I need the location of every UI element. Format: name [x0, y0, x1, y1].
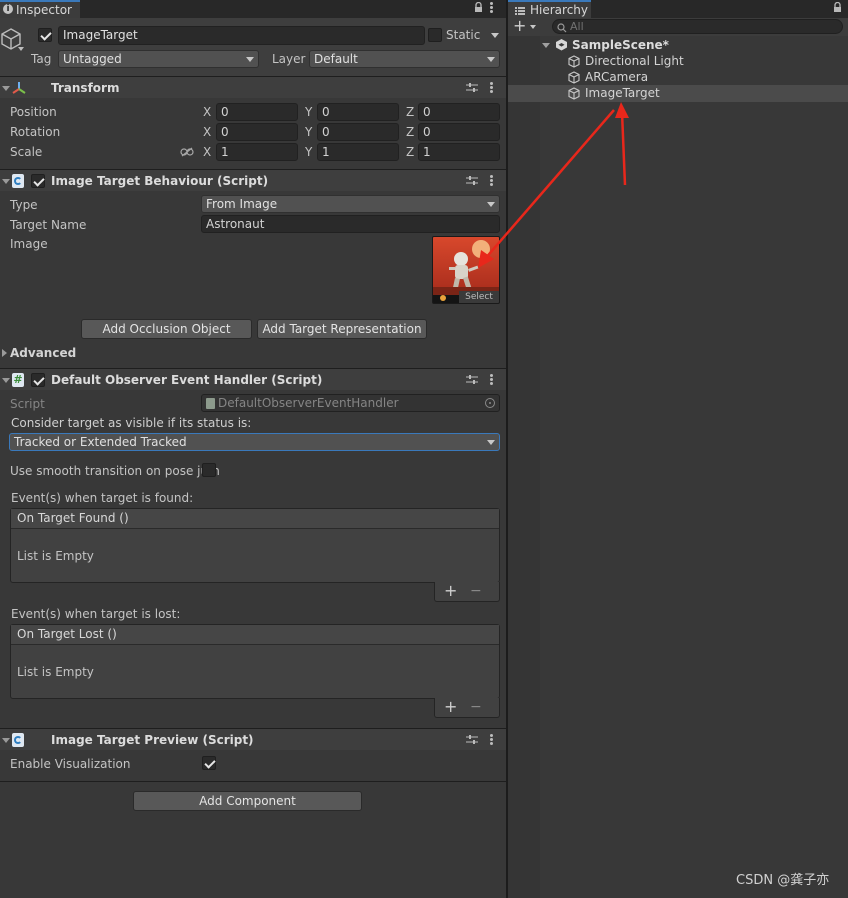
annotation-arrows: [478, 102, 629, 268]
watermark: CSDN @龚子亦: [736, 873, 830, 888]
annotation-arrowhead: [615, 102, 629, 118]
annotation-arrow-to-image: [483, 109, 615, 261]
annotation-arrow-to-hierarchy: [620, 111, 627, 186]
